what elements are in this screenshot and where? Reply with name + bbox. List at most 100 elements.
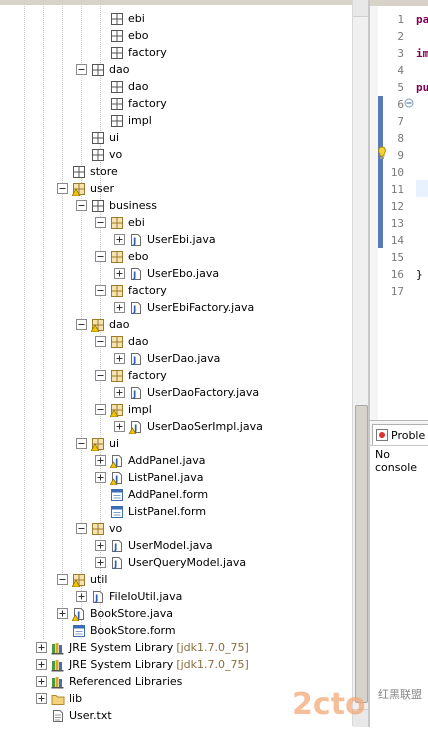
- collapse-toggle-icon[interactable]: [76, 523, 87, 534]
- tree-item[interactable]: impl: [95, 401, 152, 418]
- text-file-icon: [51, 709, 65, 723]
- tree-item[interactable]: util: [57, 571, 107, 588]
- expand-toggle-icon[interactable]: [95, 557, 106, 568]
- collapse-toggle-icon[interactable]: [57, 574, 68, 585]
- tab-problems-label: Proble: [391, 428, 426, 442]
- tree-item[interactable]: BookStore.form: [57, 622, 176, 639]
- collapse-toggle-icon[interactable]: [95, 251, 106, 262]
- tree-item-label: User.txt: [69, 709, 112, 722]
- collapse-toggle-icon[interactable]: [76, 319, 87, 330]
- code-line-1[interactable]: pa: [416, 11, 428, 28]
- tree-item-label: ListPanel.java: [128, 471, 204, 484]
- expand-toggle-icon[interactable]: [36, 693, 47, 704]
- tree-item[interactable]: factory: [95, 44, 167, 61]
- expand-toggle-icon[interactable]: [95, 540, 106, 551]
- tree-item[interactable]: J UserModel.java: [95, 537, 213, 554]
- collapse-toggle-icon[interactable]: [95, 217, 106, 228]
- scroll-thumb[interactable]: [355, 405, 368, 703]
- expand-toggle-icon[interactable]: [114, 421, 125, 432]
- line-number: 15: [390, 251, 404, 264]
- code-line-16[interactable]: }: [416, 266, 423, 283]
- tree-item[interactable]: factory: [95, 282, 167, 299]
- expand-toggle-icon[interactable]: [114, 387, 125, 398]
- collapse-toggle-icon[interactable]: [76, 438, 87, 449]
- expand-toggle-icon[interactable]: [114, 234, 125, 245]
- tree-item[interactable]: dao: [76, 61, 129, 78]
- tree-item[interactable]: User.txt: [36, 707, 112, 724]
- tree-item[interactable]: JRE System Library [jdk1.7.0_75]: [36, 639, 249, 656]
- line-number: 17: [390, 285, 404, 298]
- tree-item[interactable]: J FileIoUtil.java: [76, 588, 182, 605]
- package-explorer: ebi ebo factory dao dao factory impl ui vo store u…: [0, 0, 368, 726]
- tab-problems[interactable]: Proble: [372, 424, 428, 445]
- collapse-toggle-icon[interactable]: [76, 200, 87, 211]
- tree-item-label: impl: [128, 114, 152, 127]
- tree-item[interactable]: vo: [76, 520, 122, 537]
- tree-item[interactable]: vo: [76, 146, 122, 163]
- tree-item-label: factory: [128, 97, 167, 110]
- expand-toggle-icon[interactable]: [114, 353, 125, 364]
- line-number: 3: [397, 47, 404, 60]
- tree-item[interactable]: dao: [95, 78, 148, 95]
- code-line-3[interactable]: im: [416, 45, 428, 62]
- java-editor[interactable]: 1 2 3 4 5 6 7 8 9 10 11 12 13 14 15 16 17 pa im pu }: [368, 0, 428, 420]
- expand-toggle-icon[interactable]: [114, 302, 125, 313]
- tree-item[interactable]: user: [57, 180, 114, 197]
- tree-item[interactable]: JRE System Library [jdk1.7.0_75]: [36, 656, 249, 673]
- expand-toggle-icon[interactable]: [36, 642, 47, 653]
- collapse-toggle-icon[interactable]: [95, 285, 106, 296]
- tree-item[interactable]: AddPanel.form: [95, 486, 208, 503]
- expand-toggle-icon[interactable]: [57, 608, 68, 619]
- code-line-5[interactable]: pu: [416, 79, 428, 96]
- svg-text:J: J: [132, 305, 136, 315]
- tree-item[interactable]: J BookStore.java: [57, 605, 173, 622]
- project-tree: ebi ebo factory dao dao factory impl ui vo store u…: [0, 0, 352, 726]
- expand-toggle-icon[interactable]: [36, 659, 47, 670]
- collapse-toggle-icon[interactable]: [76, 64, 87, 75]
- expand-toggle-icon[interactable]: [36, 676, 47, 687]
- tree-item[interactable]: ui: [76, 435, 119, 452]
- tree-item[interactable]: J UserQueryModel.java: [95, 554, 246, 571]
- tree-item[interactable]: dao: [95, 333, 148, 350]
- tree-item[interactable]: ebi: [95, 10, 145, 27]
- tree-item[interactable]: J UserDao.java: [114, 350, 220, 367]
- watermark-brand: 2cto: [292, 687, 366, 722]
- tree-item[interactable]: ebi: [95, 214, 145, 231]
- tree-item[interactable]: J UserEbi.java: [114, 231, 216, 248]
- tree-item[interactable]: J UserDaoFactory.java: [114, 384, 259, 401]
- collapse-toggle-icon[interactable]: [95, 404, 106, 415]
- current-line-highlight: [416, 180, 428, 197]
- tree-item[interactable]: store: [57, 163, 118, 180]
- tree-item[interactable]: dao: [76, 316, 129, 333]
- tree-item[interactable]: lib: [36, 690, 82, 707]
- expand-toggle-icon[interactable]: [95, 472, 106, 483]
- tree-item[interactable]: factory: [95, 95, 167, 112]
- collapse-icon[interactable]: [404, 98, 414, 108]
- expand-toggle-icon[interactable]: [76, 591, 87, 602]
- scroll-up-button[interactable]: [353, 0, 369, 17]
- tree-item[interactable]: ui: [76, 129, 119, 146]
- tree-item-label: UserModel.java: [128, 539, 213, 552]
- tree-item[interactable]: factory: [95, 367, 167, 384]
- tree-item[interactable]: ListPanel.form: [95, 503, 206, 520]
- warning-marker-icon[interactable]: [376, 146, 388, 160]
- collapse-toggle-icon[interactable]: [57, 183, 68, 194]
- tree-item[interactable]: Referenced Libraries: [36, 673, 182, 690]
- tree-item[interactable]: J UserDaoSerImpl.java: [114, 418, 263, 435]
- tree-item[interactable]: J UserEbiFactory.java: [114, 299, 254, 316]
- expand-toggle-icon[interactable]: [114, 268, 125, 279]
- tree-item[interactable]: ebo: [95, 248, 148, 265]
- tree-item[interactable]: J UserEbo.java: [114, 265, 219, 282]
- expand-toggle-icon[interactable]: [95, 455, 106, 466]
- explorer-scrollbar[interactable]: [352, 0, 369, 727]
- tree-item[interactable]: J ListPanel.java: [95, 469, 203, 486]
- tree-item[interactable]: ebo: [95, 27, 148, 44]
- tree-item-label: UserEbiFactory.java: [147, 301, 255, 314]
- collapse-toggle-icon[interactable]: [95, 370, 106, 381]
- tree-item[interactable]: business: [76, 197, 157, 214]
- tree-item[interactable]: J AddPanel.java: [95, 452, 206, 469]
- tree-item-label: ui: [109, 437, 120, 450]
- tree-item-label: dao: [109, 318, 130, 331]
- tree-item[interactable]: impl: [95, 112, 152, 129]
- collapse-toggle-icon[interactable]: [95, 336, 106, 347]
